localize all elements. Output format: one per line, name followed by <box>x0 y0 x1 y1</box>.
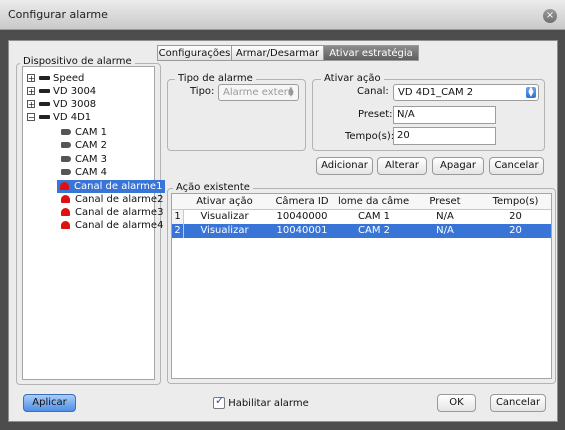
tree-item-cam1[interactable]: CAM 1 <box>61 126 107 139</box>
device-tree[interactable]: + Speed + VD 3004 + VD 3008 − VD 4D1 CAM 1 C… <box>22 66 166 380</box>
activate-action-title: Ativar ação <box>321 73 384 84</box>
table-cell: N/A <box>436 211 454 222</box>
table-row[interactable]: 1 Visualizar 10040000 CAM 1 N/A 20 <box>172 210 551 224</box>
tree-item-cam3[interactable]: CAM 3 <box>61 153 107 166</box>
tree-item-label: Speed <box>53 73 85 84</box>
alarm-type-title: Tipo de alarme <box>175 73 256 84</box>
channel-label: Canal: <box>357 86 389 97</box>
time-input[interactable]: 20 <box>393 127 496 145</box>
tree-item-label: Canal de alarme3 <box>75 207 164 218</box>
camera-icon <box>61 156 71 162</box>
expand-icon[interactable]: + <box>27 74 35 83</box>
enable-alarm-checkbox[interactable]: ✓ <box>213 394 225 409</box>
dvr-icon <box>39 89 50 93</box>
tree-item-label: CAM 4 <box>75 167 107 178</box>
close-icon[interactable]: × <box>543 9 557 23</box>
tree-item-vd4d1[interactable]: − VD 4D1 <box>27 111 91 124</box>
alarm-type-select: Alarme extern ▲ ▼ <box>218 84 299 101</box>
table-cell: Visualizar <box>200 211 249 222</box>
collapse-icon[interactable]: − <box>27 113 35 122</box>
dvr-icon <box>39 76 50 80</box>
expand-icon[interactable]: + <box>27 100 35 109</box>
alarm-bell-icon <box>61 208 70 216</box>
tree-item-label: CAM 2 <box>75 140 107 151</box>
enable-alarm-checkbox-row[interactable]: ✓ Habilitar alarme <box>213 394 309 409</box>
dvr-icon <box>39 115 50 119</box>
camera-icon <box>61 142 71 148</box>
camera-icon <box>61 169 71 175</box>
alarm-type-value: Alarme extern <box>223 87 294 98</box>
tree-item-canal-de-alarme3[interactable]: Canal de alarme3 <box>61 206 163 219</box>
preset-input[interactable]: N/A <box>393 106 496 124</box>
tab-armar-desarmar[interactable]: Armar/Desarmar <box>231 45 324 61</box>
table-cell: 20 <box>509 211 522 222</box>
cancel-button[interactable]: Cancelar <box>490 394 546 412</box>
window-title: Configurar alarme <box>8 8 108 21</box>
tree-item-cam4[interactable]: CAM 4 <box>61 166 107 179</box>
table-cell: Visualizar <box>200 225 249 236</box>
alarm-type-label: Tipo: <box>190 86 215 97</box>
table-cell: 20 <box>509 225 522 236</box>
column-header[interactable]: Tempo(s) <box>480 194 551 210</box>
expand-icon[interactable]: + <box>27 87 35 96</box>
tree-item-label: Canal de alarme2 <box>75 194 164 205</box>
apply-button[interactable]: Aplicar <box>23 394 76 412</box>
table-cell: 10040000 <box>276 211 328 222</box>
existing-actions-table[interactable]: Ativar ação Câmera ID lome da câmer Pres… <box>171 193 552 379</box>
alarm-bell-icon <box>60 182 69 190</box>
column-header[interactable]: Ativar ação <box>183 194 267 210</box>
column-header[interactable]: Câmera ID <box>266 194 339 210</box>
select-arrows-icon: ▲ ▼ <box>288 85 294 98</box>
cancel-action-button[interactable]: Cancelar <box>489 157 544 175</box>
table-cell: CAM 2 <box>358 225 390 236</box>
enable-alarm-label[interactable]: Habilitar alarme <box>228 398 309 409</box>
preset-label: Preset: <box>358 109 393 120</box>
existing-actions-title: Ação existente <box>173 182 253 193</box>
tree-item-label: VD 3004 <box>53 86 97 97</box>
dvr-icon <box>39 102 50 106</box>
tab-ativar-estrategia[interactable]: Ativar estratégia <box>323 45 419 61</box>
column-header[interactable]: Preset <box>410 194 481 210</box>
table-row[interactable]: 2 Visualizar 10040001 CAM 2 N/A 20 <box>172 224 551 238</box>
ok-button[interactable]: OK <box>437 394 476 412</box>
channel-value: VD 4D1_CAM 2 <box>398 87 474 98</box>
tree-item-label: CAM 3 <box>75 154 107 165</box>
channel-select[interactable]: VD 4D1_CAM 2 ▲ ▼ <box>393 84 539 101</box>
tree-item-canal-de-alarme1[interactable]: Canal de alarme1 <box>57 180 166 193</box>
tree-item-vd3008[interactable]: + VD 3008 <box>27 98 96 111</box>
table-cell: N/A <box>436 225 454 236</box>
tree-item-label: VD 3008 <box>53 99 97 110</box>
checkmark-icon: ✓ <box>215 394 225 407</box>
alarm-bell-icon <box>61 221 70 229</box>
table-cell: CAM 1 <box>358 211 390 222</box>
column-header[interactable]: lome da câmer <box>338 194 411 210</box>
time-label: Tempo(s): <box>345 131 395 142</box>
tree-item-canal-de-alarme2[interactable]: Canal de alarme2 <box>61 193 163 206</box>
tree-item-cam2[interactable]: CAM 2 <box>61 139 107 152</box>
camera-icon <box>61 129 71 135</box>
tree-item-speed[interactable]: + Speed <box>27 72 84 85</box>
delete-button[interactable]: Apagar <box>432 157 484 175</box>
table-cell: 10040001 <box>276 225 328 236</box>
tree-item-canal-de-alarme4[interactable]: Canal de alarme4 <box>61 219 163 232</box>
alarm-bell-icon <box>61 195 70 203</box>
tab-configuracoes[interactable]: Configurações <box>157 45 232 61</box>
tree-item-label: VD 4D1 <box>53 112 92 123</box>
change-button[interactable]: Alterar <box>377 157 427 175</box>
tree-item-label: Canal de alarme4 <box>75 220 164 231</box>
add-button[interactable]: Adicionar <box>316 157 373 175</box>
tree-item-label: CAM 1 <box>75 127 107 138</box>
select-arrows-icon[interactable]: ▲ ▼ <box>526 86 536 98</box>
tree-item-label: Canal de alarme1 <box>74 181 163 192</box>
tree-item-vd3004[interactable]: + VD 3004 <box>27 85 96 98</box>
